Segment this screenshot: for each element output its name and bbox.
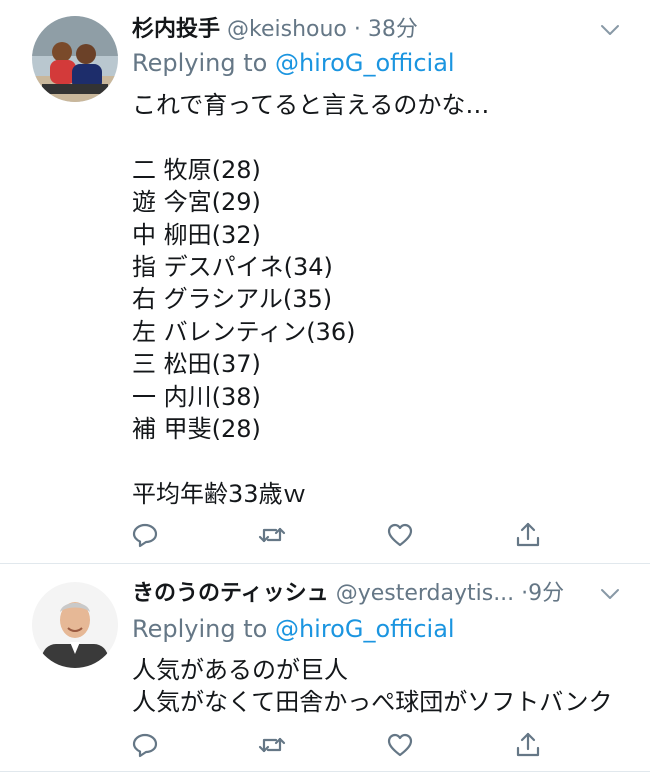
replying-to-prefix: Replying to [132,615,275,643]
user-handle[interactable]: @yesterdaytis... [336,581,514,606]
chevron-down-icon[interactable] [598,582,622,606]
timestamp[interactable]: 9分 [528,581,564,606]
tweet-line: 補 甲斐(28) [132,414,261,443]
tweet-line [132,121,489,153]
tweet-line: 一 内川(38) [132,382,261,411]
tweet-header: きのうのティッシュ @yesterdaytis... ·9分 [132,580,564,608]
display-name[interactable]: きのうのティッシュ [132,581,329,606]
display-name[interactable]: 杉内投手 [132,17,220,42]
tweet-line [132,445,489,477]
retweet-icon[interactable] [258,521,286,549]
reply-mention-link[interactable]: @hiroG_official [275,49,455,77]
replying-to: Replying to @hiroG_official [132,48,455,78]
reply-mention-link[interactable]: @hiroG_official [275,615,455,643]
tweet-line: これで育ってると言えるのかな… [132,91,490,119]
share-icon[interactable] [514,521,542,549]
tweet-line: 人気があるのが巨人 [132,656,348,684]
tweet-line: 指 デスパイネ(34) [132,252,333,281]
reply-icon[interactable] [131,731,159,759]
tweet-divider [0,563,650,564]
tweet-line: 右 グラシアル(35) [132,285,333,314]
share-icon[interactable] [514,731,542,759]
tweet-text: 人気があるのが巨人 人気がなくて田舎かっぺ球団がソフトバンク [132,654,612,719]
tweet-divider [0,771,650,772]
retweet-icon[interactable] [258,731,286,759]
tweet-line: 三 松田(37) [132,350,261,379]
reply-icon[interactable] [131,521,159,549]
replying-to: Replying to @hiroG_official [132,614,455,644]
tweet-line: 中 柳田(32) [132,220,261,249]
tweet-line: 遊 今宮(29) [132,188,261,217]
timestamp[interactable]: 38分 [368,17,418,42]
chevron-down-icon[interactable] [598,18,622,42]
separator-dot: · [353,17,361,42]
heart-icon[interactable] [386,521,414,549]
heart-icon[interactable] [386,731,414,759]
tweet-line: 二 牧原(28) [132,155,261,184]
tweet-text: これで育ってると言えるのかな… 二 牧原(28) 遊 今宮(29) 中 柳田(3… [132,89,489,510]
replying-to-prefix: Replying to [132,49,275,77]
avatar[interactable] [32,16,118,102]
tweet-header: 杉内投手 @keishouo · 38分 [132,16,418,44]
avatar[interactable] [32,582,118,668]
tweet-line: 平均年齢33歳ｗ [132,479,307,508]
user-handle[interactable]: @keishouo [227,17,347,42]
tweet-line: 左 バレンティン(36) [132,317,356,346]
tweet-line: 人気がなくて田舎かっぺ球団がソフトバンク [132,688,613,717]
